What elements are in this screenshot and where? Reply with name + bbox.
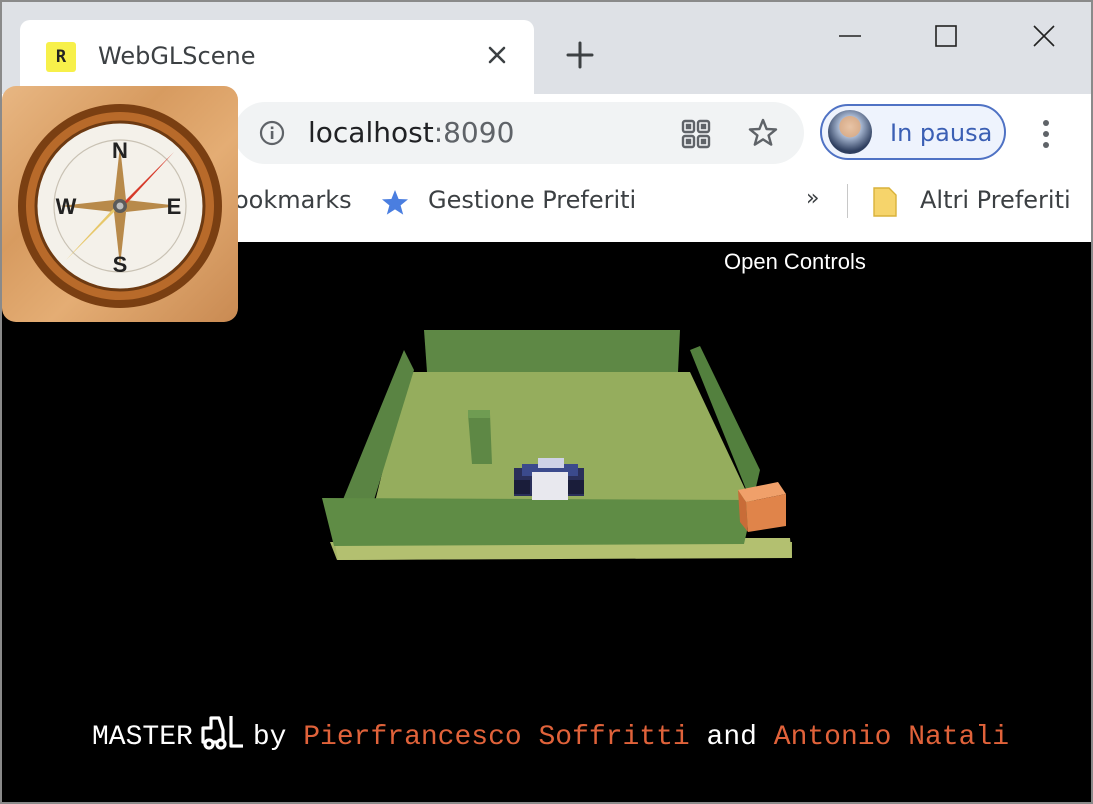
bookmark-item-gestione-preferiti[interactable]: Gestione Preferiti [428,186,636,214]
webgl-canvas[interactable]: Open Controls MASTER by Pierfrancesco So… [2,242,1091,802]
profile-status: In pausa [890,119,993,147]
address-bar[interactable]: localhost:8090 [234,102,804,164]
credit-by: by [252,722,287,753]
bookmark-item-bookmarks[interactable]: ookmarks [234,186,352,214]
bookmark-star-blue-icon [380,188,410,218]
orange-box [738,482,786,532]
tab-favicon: R [46,42,76,72]
credit-author-2: Antonio Natali [773,722,1010,753]
bookmark-star-icon[interactable] [746,116,780,150]
tab-close-icon[interactable] [482,40,512,70]
folder-icon [872,186,898,218]
tab-title: WebGLScene [98,42,256,70]
new-tab-plus-icon[interactable] [562,37,598,73]
minimize-icon[interactable] [820,16,880,56]
qr-code-icon[interactable] [680,118,712,150]
title-bar: R WebGLScene [2,2,1091,96]
forklift-icon [199,714,245,750]
avatar [828,110,872,154]
browser-window: R WebGLScene localhost:8090 In pausa ook… [0,0,1093,804]
credit-author-1: Pierfrancesco Soffritti [303,722,690,753]
maximize-icon[interactable] [916,16,976,56]
compass-w: W [56,194,77,219]
pillar-top [468,410,490,418]
credit-and: and [706,722,757,753]
credit-master: MASTER [92,722,193,753]
pillar-obstacle [468,414,492,464]
bookmarks-divider [847,184,848,218]
url-port: :8090 [433,116,515,149]
bookmarks-overflow-button[interactable]: » [806,186,819,211]
profile-button[interactable]: In pausa [820,104,1006,160]
browser-tab[interactable]: R WebGLScene [20,20,534,96]
compass-app-icon[interactable]: N S W E [2,86,238,322]
compass-e: E [167,194,182,219]
window-close-icon[interactable] [1014,16,1074,56]
info-icon[interactable] [258,119,286,147]
compass-s: S [113,252,128,277]
robot [514,458,584,500]
front-wall [322,498,754,546]
bookmark-item-altri-preferiti[interactable]: Altri Preferiti [920,186,1071,214]
more-menu-icon[interactable] [1032,114,1060,154]
back-wall [424,330,680,372]
credits-line: MASTER by Pierfrancesco Soffritti and Ant… [92,714,1009,753]
url-text[interactable]: localhost:8090 [308,116,514,149]
url-host: localhost [308,116,434,149]
compass-n: N [112,138,128,163]
